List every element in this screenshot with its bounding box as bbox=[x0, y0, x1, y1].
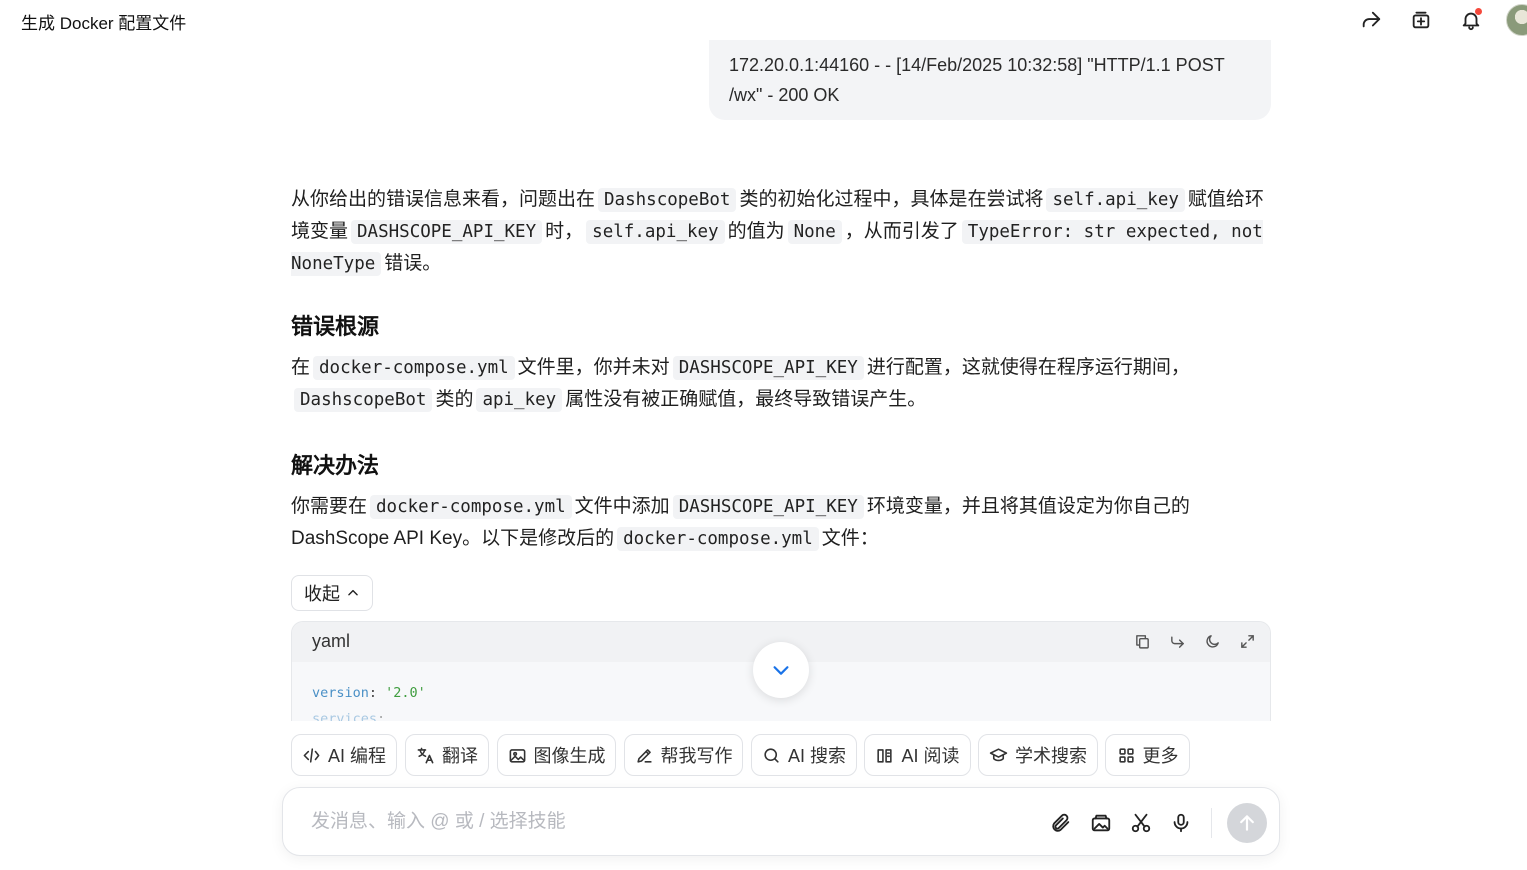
skill-more[interactable]: 更多 bbox=[1105, 734, 1190, 776]
section-heading: 错误根源 bbox=[291, 314, 380, 339]
attachment-icon[interactable] bbox=[1048, 810, 1074, 836]
code-string: '2.0' bbox=[385, 685, 426, 701]
text: 在 bbox=[291, 357, 311, 378]
inline-code: DASHSCOPE_API_KEY bbox=[351, 220, 543, 244]
share-code-icon[interactable] bbox=[1167, 631, 1188, 652]
inline-code: DashscopeBot bbox=[598, 188, 737, 212]
pen-icon bbox=[636, 748, 652, 763]
text: 你需要在 bbox=[291, 496, 368, 517]
text: 文件里，你并未对 bbox=[517, 357, 670, 378]
text: 的值为 bbox=[727, 221, 785, 242]
inline-code: api_key bbox=[476, 388, 563, 412]
academic-icon bbox=[989, 747, 1008, 761]
skill-label: 帮我写作 bbox=[660, 746, 733, 766]
notification-dot bbox=[1475, 8, 1482, 15]
text: 类的初始化过程中，具体是在尝试将 bbox=[739, 189, 1044, 210]
skill-label: AI 阅读 bbox=[901, 746, 960, 766]
arrow-up-icon bbox=[1240, 815, 1254, 831]
image-upload-icon[interactable] bbox=[1088, 810, 1114, 836]
code-language: yaml bbox=[312, 631, 351, 651]
answer-paragraph: 你需要在 docker-compose.yml 文件中添加 DASHSCOPE_API… bbox=[291, 491, 1271, 555]
skill-academic-search[interactable]: 学术搜索 bbox=[978, 734, 1098, 776]
text: 属性没有被正确赋值，最终导致错误产生。 bbox=[565, 389, 927, 410]
image-icon bbox=[509, 748, 525, 763]
code-punct: : bbox=[368, 685, 386, 701]
user-message-line: /wx" - 200 OK bbox=[729, 85, 840, 105]
top-bar: 生成 Docker 配置文件 bbox=[0, 0, 1527, 40]
skill-image-generation[interactable]: 图像生成 bbox=[497, 734, 616, 776]
skill-label: 翻译 bbox=[442, 746, 478, 766]
skill-label: AI 编程 bbox=[327, 746, 386, 766]
code-punct: : bbox=[377, 711, 386, 721]
grid-icon bbox=[1118, 747, 1134, 763]
text: 错误。 bbox=[384, 253, 442, 274]
bell-icon[interactable] bbox=[1457, 6, 1485, 34]
chevron-up-icon bbox=[348, 589, 358, 596]
reader-icon bbox=[877, 748, 893, 763]
chevron-down-icon bbox=[773, 666, 789, 675]
user-message-bubble: 172.20.0.1:44160 - - [14/Feb/2025 10:32:… bbox=[709, 40, 1271, 120]
collapse-label: 收起 bbox=[304, 584, 340, 604]
code-line: services: bbox=[312, 706, 1250, 721]
avatar[interactable] bbox=[1506, 4, 1527, 36]
user-message-line: 172.20.0.1:44160 - - [14/Feb/2025 10:32:… bbox=[729, 55, 1225, 75]
microphone-icon[interactable] bbox=[1168, 810, 1194, 836]
skill-label: 图像生成 bbox=[533, 746, 606, 766]
code-key: version bbox=[312, 685, 369, 701]
add-to-collection-icon[interactable] bbox=[1407, 6, 1435, 34]
inline-code: docker-compose.yml bbox=[313, 356, 515, 380]
inline-code: DashscopeBot bbox=[294, 388, 433, 412]
skill-ai-coding[interactable]: AI 编程 bbox=[291, 734, 397, 776]
message-composer bbox=[282, 787, 1280, 856]
share-icon[interactable] bbox=[1357, 6, 1385, 34]
collapse-button[interactable]: 收起 bbox=[291, 575, 373, 611]
text: 进行配置，这就使得在程序运行期间， bbox=[866, 357, 1190, 378]
answer-paragraph: 在 docker-compose.yml 文件里，你并未对 DASHSCOPE_API… bbox=[291, 352, 1271, 416]
top-actions bbox=[0, 4, 1527, 36]
skill-ai-search[interactable]: AI 搜索 bbox=[751, 734, 857, 776]
text: 类的 bbox=[435, 389, 474, 410]
search-icon bbox=[764, 747, 779, 763]
inline-code: docker-compose.yml bbox=[617, 527, 819, 551]
scroll-to-bottom-button[interactable] bbox=[753, 642, 809, 698]
scissors-icon[interactable] bbox=[1128, 810, 1154, 836]
answer-paragraph: 从你给出的错误信息来看，问题出在 DashscopeBot 类的初始化过程中，具体是… bbox=[291, 184, 1271, 280]
text: ，从而引发了 bbox=[844, 221, 959, 242]
theme-toggle-icon[interactable] bbox=[1202, 631, 1223, 652]
expand-icon[interactable] bbox=[1237, 631, 1258, 652]
inline-code: DASHSCOPE_API_KEY bbox=[672, 356, 864, 380]
assistant-answer: 从你给出的错误信息来看，问题出在 DashscopeBot 类的初始化过程中，具体是… bbox=[291, 184, 1271, 555]
inline-code: docker-compose.yml bbox=[370, 495, 572, 519]
inline-code: self.api_key bbox=[1046, 188, 1185, 212]
translate-icon bbox=[417, 747, 434, 763]
code-key: services bbox=[312, 711, 378, 721]
skill-label: AI 搜索 bbox=[787, 746, 846, 766]
code-icon bbox=[303, 747, 320, 763]
text: 时， bbox=[545, 221, 584, 242]
skill-label: 学术搜索 bbox=[1015, 746, 1087, 766]
inline-code: None bbox=[787, 220, 842, 244]
send-button[interactable] bbox=[1227, 803, 1267, 843]
skill-translate[interactable]: 翻译 bbox=[405, 734, 489, 776]
inline-code: DASHSCOPE_API_KEY bbox=[672, 495, 864, 519]
skill-ai-reading[interactable]: AI 阅读 bbox=[864, 734, 971, 776]
code-tools bbox=[1132, 631, 1258, 652]
text: 从你给出的错误信息来看，问题出在 bbox=[291, 189, 596, 210]
inline-code: self.api_key bbox=[586, 220, 725, 244]
skill-label: 更多 bbox=[1142, 746, 1179, 766]
composer-divider bbox=[1211, 808, 1212, 838]
skill-writing[interactable]: 帮我写作 bbox=[624, 734, 743, 776]
text: 文件中添加 bbox=[574, 496, 670, 517]
copy-icon[interactable] bbox=[1132, 631, 1153, 652]
message-input[interactable] bbox=[311, 808, 1011, 836]
text: 文件： bbox=[821, 528, 879, 549]
section-heading: 解决办法 bbox=[291, 453, 380, 478]
